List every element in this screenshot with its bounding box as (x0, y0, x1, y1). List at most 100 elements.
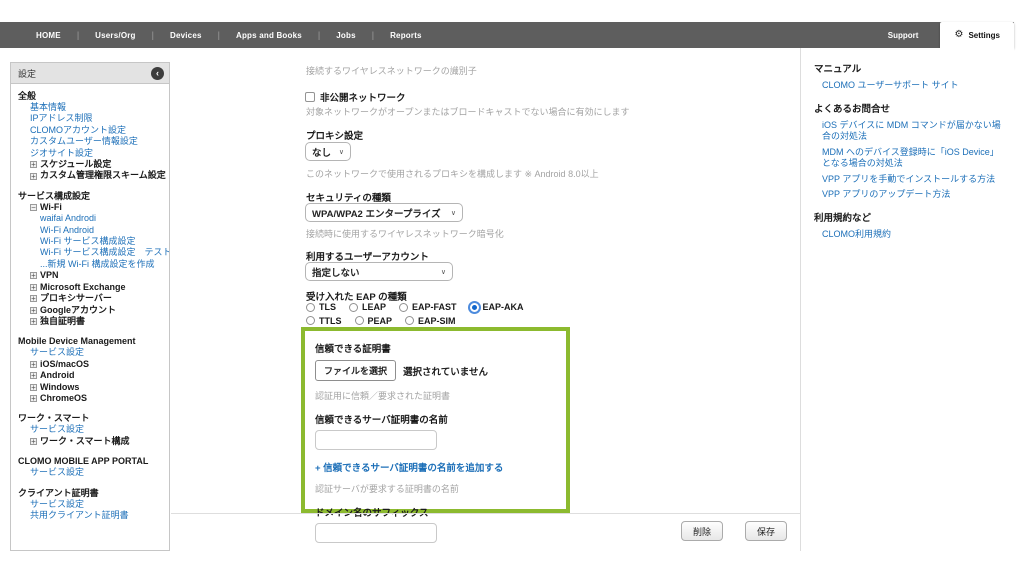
radio-icon (306, 303, 315, 312)
top-nav: HOME|Users/Org|Devices|Apps and Books|Jo… (0, 22, 1014, 48)
help-link[interactable]: MDM へのデバイス登録時に「iOS Device」となる場合の対処法 (822, 147, 1004, 170)
hidden-network-row[interactable]: 非公開ネットワーク (305, 88, 406, 106)
sidebar-item[interactable]: サービス設定 (18, 424, 165, 435)
sidebar-item[interactable]: CLOMOアカウント設定 (18, 125, 165, 136)
sidebar-item[interactable]: +スケジュール設定 (18, 159, 165, 170)
radio-eap-aka[interactable]: EAP-AKA (470, 301, 524, 314)
sidebar-item[interactable]: +Googleアカウント (18, 305, 165, 316)
security-type-select[interactable]: WPA/WPA2 エンタープライズ ∨ (305, 203, 463, 222)
nav-item-devices[interactable]: Devices (154, 31, 218, 40)
plus-box-icon: + (30, 361, 37, 368)
help-link[interactable]: VPP アプリのアップデート方法 (822, 189, 1004, 201)
sidebar-item-label: ワーク・スマート構成 (40, 436, 130, 447)
radio-tls[interactable]: TLS (306, 301, 336, 314)
sidebar-item[interactable]: Wi-Fi Android (18, 225, 165, 236)
radio-eap-fast[interactable]: EAP-FAST (399, 301, 457, 314)
nav-item-reports[interactable]: Reports (374, 31, 438, 40)
sidebar-section-title: サービス構成設定 (18, 191, 165, 202)
help-link[interactable]: VPP アプリを手動でインストールする方法 (822, 174, 1004, 186)
sidebar-item[interactable]: +Windows (18, 382, 165, 393)
radio-ttls[interactable]: TTLS (306, 315, 342, 328)
sidebar-tree: 全般基本情報IPアドレス制限CLOMOアカウント設定カスタムユーザー情報設定ジオ… (11, 84, 169, 521)
plus-box-icon: + (30, 384, 37, 391)
radio-label: TTLS (319, 315, 342, 328)
eap-radio-row: TTLS PEAP EAP-SIM (306, 315, 537, 328)
chevron-left-icon: ‹ (156, 68, 159, 78)
sidebar-item[interactable]: waifai Androdi (18, 213, 165, 224)
hidden-network-label: 非公開ネットワーク (320, 93, 406, 104)
server-cert-name-input[interactable] (315, 430, 437, 450)
sidebar-item[interactable]: サービス設定 (18, 467, 165, 478)
server-cert-name-label: 信頼できるサーバ証明書の名前 (315, 412, 556, 426)
sidebar-collapse-button[interactable]: ‹ (151, 67, 164, 80)
delete-button[interactable]: 削除 (681, 521, 723, 541)
sidebar-item-label: サービス設定 (30, 467, 84, 478)
save-button[interactable]: 保存 (745, 521, 787, 541)
help-section-title: 利用規約など (814, 213, 1004, 225)
sidebar-item[interactable]: +ChromeOS (18, 393, 165, 404)
sidebar-item[interactable]: ...新規 Wi-Fi 構成設定を作成 (18, 259, 165, 270)
sidebar-item[interactable]: カスタムユーザー情報設定 (18, 136, 165, 147)
sidebar-item-label: スケジュール設定 (40, 159, 111, 170)
radio-label: TLS (319, 301, 336, 314)
sidebar-item[interactable]: ジオサイト設定 (18, 148, 165, 159)
sidebar-item-label: Wi-Fi サービス構成設定 テスト (40, 247, 170, 258)
sidebar-item[interactable]: サービス設定 (18, 499, 165, 510)
sidebar-item[interactable]: +Microsoft Exchange (18, 282, 165, 293)
minus-box-icon: − (30, 204, 37, 211)
sidebar-item-label: Wi-Fi サービス構成設定 (40, 236, 136, 247)
domain-suffix-input[interactable] (315, 523, 437, 543)
nav-item-jobs[interactable]: Jobs (320, 31, 371, 40)
sidebar-item[interactable]: 共用クライアント証明書 (18, 510, 165, 521)
plus-box-icon: + (30, 438, 37, 445)
radio-label: EAP-SIM (418, 315, 456, 328)
radio-eap-sim[interactable]: EAP-SIM (405, 315, 456, 328)
sidebar-item[interactable]: サービス設定 (18, 347, 165, 358)
radio-label: PEAP (368, 315, 393, 328)
sidebar-item[interactable]: Wi-Fi サービス構成設定 (18, 236, 165, 247)
nav-right: Support ⚙ Settings (866, 22, 1014, 48)
sidebar-item[interactable]: 基本情報 (18, 102, 165, 113)
add-server-cert-link[interactable]: + 信頼できるサーバ証明書の名前を追加する (315, 460, 556, 474)
radio-leap[interactable]: LEAP (349, 301, 386, 314)
plus-box-icon: + (30, 395, 37, 402)
hidden-network-checkbox[interactable] (305, 92, 315, 102)
sidebar-item-label: サービス設定 (30, 424, 84, 435)
sidebar-item[interactable]: IPアドレス制限 (18, 113, 165, 124)
settings-sidebar: 設定 ‹ 全般基本情報IPアドレス制限CLOMOアカウント設定カスタムユーザー情… (10, 62, 170, 551)
nav-items: HOME|Users/Org|Devices|Apps and Books|Jo… (0, 22, 866, 48)
sidebar-item[interactable]: +カスタム管理権限スキーム設定 (18, 170, 165, 181)
sidebar-item-label: CLOMOアカウント設定 (30, 125, 126, 136)
settings-tab[interactable]: ⚙ Settings (940, 22, 1014, 48)
radio-label: EAP-AKA (483, 301, 524, 314)
proxy-select[interactable]: なし ∨ (305, 142, 351, 161)
sidebar-item[interactable]: +iOS/macOS (18, 359, 165, 370)
hidden-network-help: 対象ネットワークがオープンまたはブロードキャストでない場合に有効にします (306, 105, 629, 118)
help-link[interactable]: CLOMO利用規約 (822, 229, 1004, 241)
nav-item-apps-and-books[interactable]: Apps and Books (220, 31, 318, 40)
trusted-cert-section: 信頼できる証明書 ファイルを選択 選択されていません 認証用に信頼／要求された証… (301, 327, 570, 513)
help-section-title: マニュアル (814, 64, 1004, 76)
sidebar-item[interactable]: +ワーク・スマート構成 (18, 436, 165, 447)
security-type-value: WPA/WPA2 エンタープライズ (312, 206, 441, 220)
radio-icon (399, 303, 408, 312)
file-select-button[interactable]: ファイルを選択 (315, 360, 396, 381)
sidebar-section-title: Mobile Device Management (18, 336, 165, 347)
help-link[interactable]: CLOMO ユーザーサポート サイト (822, 80, 1004, 92)
sidebar-item[interactable]: +Android (18, 370, 165, 381)
nav-item-users-org[interactable]: Users/Org (79, 31, 151, 40)
sidebar-item[interactable]: +VPN (18, 270, 165, 281)
sidebar-item-label: 独自証明書 (40, 316, 85, 327)
file-status-text: 選択されていません (403, 364, 488, 378)
sidebar-item[interactable]: Wi-Fi サービス構成設定 テスト (18, 247, 165, 258)
sidebar-item-label: 基本情報 (30, 102, 66, 113)
sidebar-item[interactable]: +独自証明書 (18, 316, 165, 327)
radio-peap[interactable]: PEAP (355, 315, 393, 328)
help-link[interactable]: iOS デバイスに MDM コマンドが届かない場合の対処法 (822, 120, 1004, 143)
user-account-select[interactable]: 指定しない ∨ (305, 262, 453, 281)
sidebar-item[interactable]: +プロキシサーバー (18, 293, 165, 304)
sidebar-item[interactable]: −Wi-Fi (18, 202, 165, 213)
support-link[interactable]: Support (866, 31, 941, 40)
nav-item-home[interactable]: HOME (20, 31, 77, 40)
user-account-label: 利用するユーザーアカウント (306, 249, 429, 263)
